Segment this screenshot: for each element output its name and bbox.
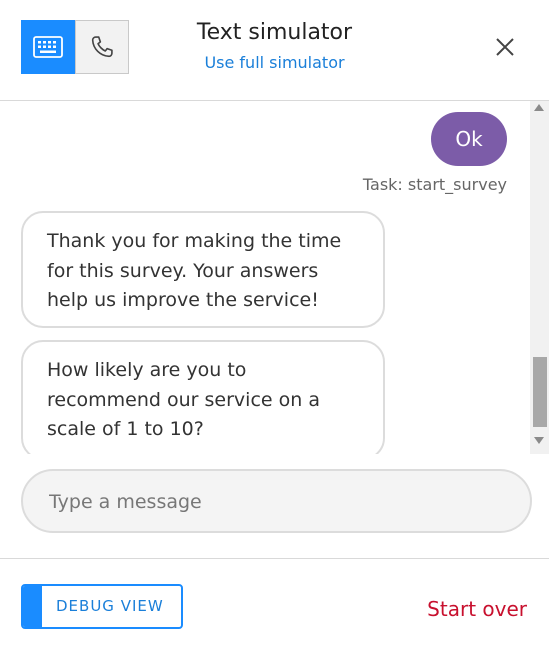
message-composer — [21, 469, 532, 533]
chat-transcript: Ok Task: start_survey Thank you for maki… — [0, 101, 530, 454]
scrollbar-thumb[interactable] — [533, 357, 547, 427]
debug-view-toggle[interactable]: DEBUG VIEW — [21, 584, 183, 629]
scroll-down-arrow-icon[interactable] — [534, 437, 544, 444]
debug-view-label: DEBUG VIEW — [56, 597, 164, 615]
user-message-bubble: Ok — [431, 112, 507, 166]
message-input[interactable] — [47, 471, 511, 533]
use-full-simulator-link[interactable]: Use full simulator — [0, 53, 549, 72]
task-label: Task: start_survey — [362, 175, 507, 194]
simulator-header: Text simulator Use full simulator — [0, 0, 549, 101]
start-over-link[interactable]: Start over — [427, 597, 527, 621]
debug-toggle-indicator — [23, 586, 42, 627]
close-button[interactable] — [490, 32, 520, 62]
bot-message-bubble: How likely are you to recommend our serv… — [21, 340, 385, 454]
close-icon — [496, 38, 514, 56]
page-title: Text simulator — [196, 20, 353, 45]
scroll-up-arrow-icon[interactable] — [534, 104, 544, 111]
bot-message-bubble: Thank you for making the time for this s… — [21, 211, 385, 328]
